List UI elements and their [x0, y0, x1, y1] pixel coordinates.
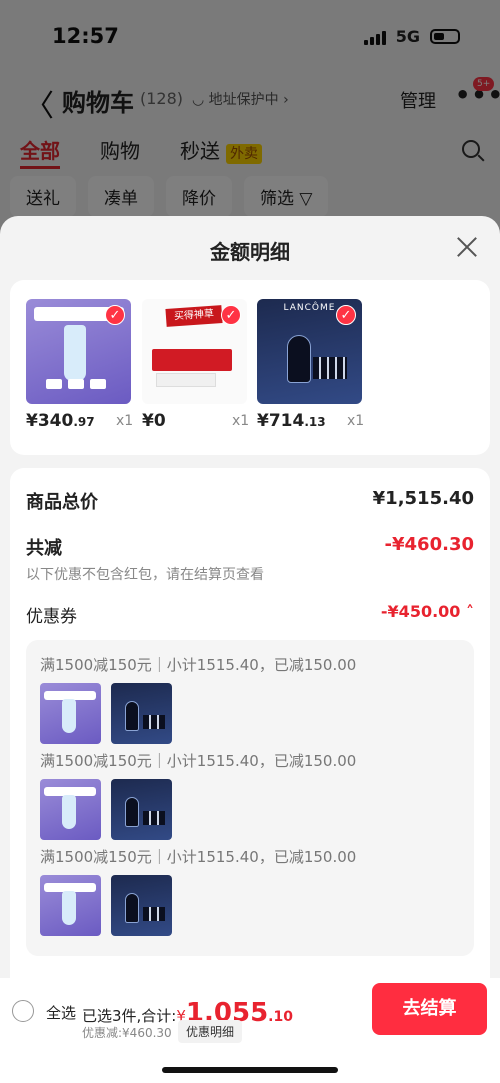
checked-icon: ✓ [221, 305, 241, 325]
product-item[interactable]: ✓ ¥340.97 x1 [26, 299, 136, 431]
reduce-label: 共减 [26, 538, 62, 559]
coupon-group: 满1500减150元｜小计1515.40，已减150.00 [40, 750, 356, 840]
product-stamp: 买得神草 [165, 305, 223, 327]
coupon-group: 满1500减150元｜小计1515.40，已减150.00 [40, 654, 356, 744]
total-value: ¥1,515.40 [372, 488, 474, 509]
close-icon[interactable] [456, 236, 478, 258]
sheet-title: 金额明细 [210, 240, 290, 264]
coupon-value[interactable]: -¥450.00 ˄ [381, 602, 474, 621]
select-all-label[interactable]: 全选 [46, 1002, 76, 1023]
coupon-group-text: 满1500减150元｜小计1515.40，已减150.00 [40, 848, 357, 866]
checked-icon: ✓ [105, 305, 125, 325]
coupon-product-thumb [111, 779, 172, 840]
coupon-product-thumb [40, 875, 101, 936]
reduce-value: -¥460.30 [384, 534, 474, 555]
product-price: ¥0 [142, 411, 166, 431]
discount-text: 优惠减:¥460.30 [82, 1026, 172, 1040]
product-qty: x1 [347, 413, 365, 429]
product-qty: x1 [116, 413, 134, 429]
coupon-product-thumb [111, 683, 172, 744]
checked-icon: ✓ [336, 305, 356, 325]
reduce-row: 共减 -¥460.30 [26, 534, 474, 560]
checkout-button[interactable]: 去结算 [372, 983, 487, 1035]
home-indicator [162, 1067, 338, 1073]
coupon-product-thumb [111, 875, 172, 936]
total-row: 商品总价 ¥1,515.40 [26, 488, 474, 514]
coupon-detail-box: 满1500减150元｜小计1515.40，已减150.00 满1500减150元… [26, 640, 474, 956]
coupon-group-text: 满1500减150元｜小计1515.40，已减150.00 [40, 656, 357, 674]
coupon-group: 满1500减150元｜小计1515.40，已减150.00 [40, 846, 356, 936]
selected-products-card: ✓ ¥340.97 x1 买得神草 ✓ ¥0 x1 LANCÔME ✓ ¥714… [10, 280, 490, 455]
discount-detail-button[interactable]: 优惠明细 [178, 1020, 243, 1043]
product-qty: x1 [232, 413, 250, 429]
product-image: 买得神草 ✓ [142, 299, 247, 404]
product-price: ¥340.97 [26, 411, 95, 431]
product-item[interactable]: 买得神草 ✓ ¥0 x1 [142, 299, 252, 431]
coupon-group-text: 满1500减150元｜小计1515.40，已减150.00 [40, 752, 357, 770]
coupon-label: 优惠券 [26, 607, 77, 627]
coupon-product-thumb [40, 779, 101, 840]
coupon-product-thumb [40, 683, 101, 744]
coupon-row[interactable]: 优惠券 -¥450.00 ˄ [26, 602, 474, 627]
product-item[interactable]: LANCÔME ✓ ¥714.13 x1 [257, 299, 367, 431]
product-image: ✓ [26, 299, 131, 404]
reduce-note: 以下优惠不包含红包，请在结算页查看 [26, 567, 264, 583]
total-label: 商品总价 [26, 492, 98, 513]
product-price: ¥714.13 [257, 411, 326, 431]
select-all-radio[interactable] [12, 1000, 34, 1022]
product-image: LANCÔME ✓ [257, 299, 362, 404]
amount-detail-sheet: 金额明细 ✓ ¥340.97 x1 买得神草 ✓ ¥0 x1 LANCÔME ✓… [0, 216, 500, 1083]
